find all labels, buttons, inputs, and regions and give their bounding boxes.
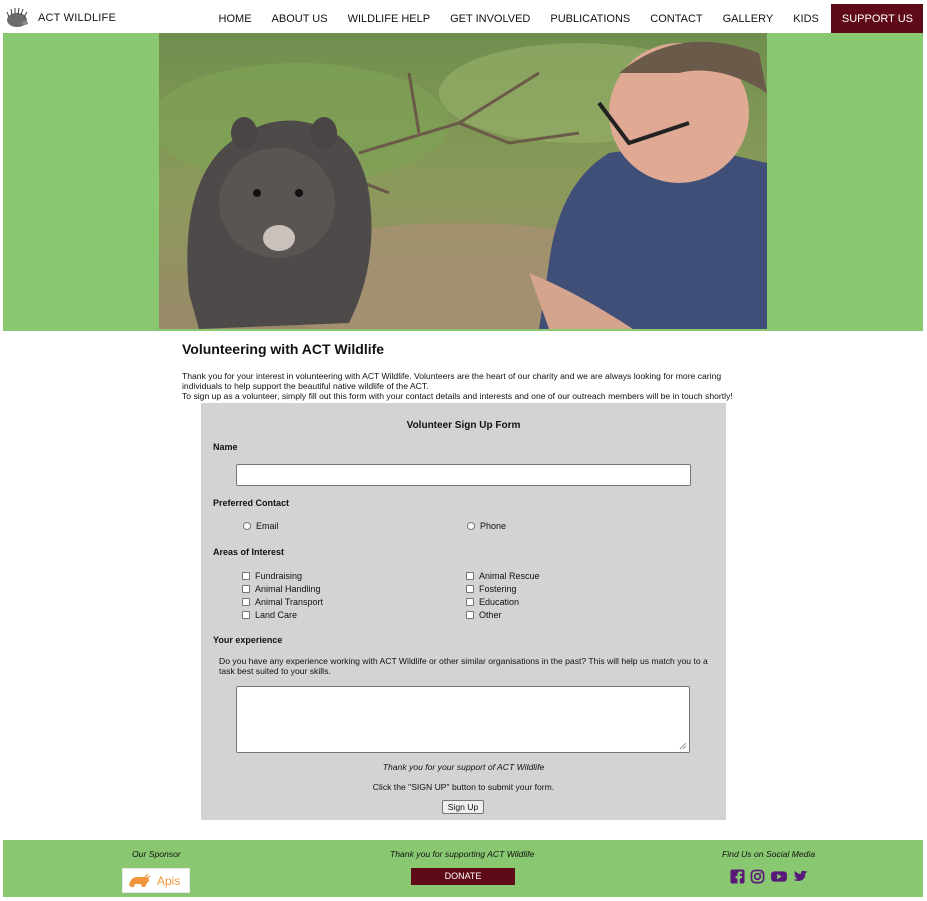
areas-of-interest-label: Areas of Interest — [213, 547, 285, 557]
intro-text-1: Thank you for your interest in volunteer… — [182, 371, 722, 391]
nav-get-involved[interactable]: GET INVOLVED — [440, 4, 540, 33]
interest-other[interactable]: Other — [466, 610, 502, 620]
bull-icon — [129, 873, 151, 887]
fostering-checkbox[interactable] — [466, 585, 474, 593]
animal-rescue-checkbox[interactable] — [466, 572, 474, 580]
experience-textarea[interactable] — [236, 686, 690, 753]
nav-home[interactable]: HOME — [209, 4, 262, 33]
instagram-icon[interactable] — [750, 869, 765, 884]
interest-education[interactable]: Education — [466, 597, 519, 607]
form-title: Volunteer Sign Up Form — [406, 420, 521, 431]
animal-transport-label: Animal Transport — [255, 597, 324, 607]
animal-handling-label: Animal Handling — [255, 584, 321, 594]
nav-about-us[interactable]: ABOUT US — [262, 4, 338, 33]
name-label: Name — [213, 442, 238, 452]
phone-radio[interactable] — [467, 522, 475, 530]
sign-up-button[interactable]: Sign Up — [442, 800, 484, 814]
email-radio-label: Email — [256, 521, 279, 531]
social-media-label: Find Us on Social Media — [722, 849, 816, 859]
support-us-button[interactable]: SUPPORT US — [830, 4, 923, 33]
fostering-label: Fostering — [479, 584, 517, 594]
experience-description: Do you have any experience working with … — [219, 656, 708, 676]
education-label: Education — [479, 597, 520, 607]
nav-kids[interactable]: KIDS — [783, 4, 829, 33]
intro-section: Volunteering with ACT Wildlife Thank you… — [182, 341, 762, 401]
land-care-checkbox[interactable] — [242, 611, 250, 619]
animal-handling-checkbox[interactable] — [242, 585, 250, 593]
youtube-icon[interactable] — [770, 869, 788, 884]
hero-image-wombat — [159, 33, 767, 329]
interest-animal-handling[interactable]: Animal Handling — [242, 584, 321, 594]
education-checkbox[interactable] — [466, 598, 474, 606]
top-nav: ACT WILDLIFE HOME ABOUT US WILDLIFE HELP… — [3, 4, 923, 33]
social-links — [730, 869, 808, 884]
your-experience-label: Your experience — [213, 635, 283, 645]
form-thanks-text: Thank you for your support of ACT Wildli… — [382, 762, 545, 772]
interest-fundraising[interactable]: Fundraising — [242, 571, 302, 581]
sponsor-logo-apis[interactable]: Apis — [122, 868, 190, 893]
phone-radio-label: Phone — [480, 521, 507, 531]
footer-thanks-label: Thank you for supporting ACT Wildlife — [390, 849, 535, 859]
fundraising-checkbox[interactable] — [242, 572, 250, 580]
echidna-logo-icon[interactable] — [5, 7, 29, 29]
submit-instructions: Click the "SIGN UP" button to submit you… — [372, 782, 555, 792]
site-brand[interactable]: ACT WILDLIFE — [38, 12, 116, 24]
hero-banner — [3, 33, 923, 331]
volunteer-form: Volunteer Sign Up Form Name Preferred Co… — [201, 403, 726, 820]
contact-option-phone[interactable]: Phone — [467, 521, 506, 531]
sponsor-name: Apis — [157, 873, 181, 888]
twitter-icon[interactable] — [793, 869, 808, 884]
interest-fostering[interactable]: Fostering — [466, 584, 517, 594]
donate-button[interactable]: DONATE — [411, 868, 515, 885]
contact-option-email[interactable]: Email — [243, 521, 279, 531]
name-input[interactable] — [236, 464, 691, 486]
nav-wildlife-help[interactable]: WILDLIFE HELP — [338, 4, 441, 33]
nav-contact[interactable]: CONTACT — [640, 4, 712, 33]
land-care-label: Land Care — [255, 610, 298, 620]
email-radio[interactable] — [243, 522, 251, 530]
preferred-contact-label: Preferred Contact — [213, 498, 290, 508]
interest-animal-rescue[interactable]: Animal Rescue — [466, 571, 540, 581]
interest-land-care[interactable]: Land Care — [242, 610, 297, 620]
animal-transport-checkbox[interactable] — [242, 598, 250, 606]
site-footer: Our Sponsor Apis Thank you for supportin… — [3, 840, 923, 897]
facebook-icon[interactable] — [730, 869, 745, 884]
resize-grip-icon[interactable] — [679, 742, 687, 750]
interest-animal-transport[interactable]: Animal Transport — [242, 597, 323, 607]
nav-publications[interactable]: PUBLICATIONS — [540, 4, 640, 33]
other-checkbox[interactable] — [466, 611, 474, 619]
main-menu: HOME ABOUT US WILDLIFE HELP GET INVOLVED… — [209, 4, 923, 33]
fundraising-label: Fundraising — [255, 571, 303, 581]
other-label: Other — [479, 610, 502, 620]
page-title: Volunteering with ACT Wildlife — [182, 341, 385, 357]
nav-gallery[interactable]: GALLERY — [713, 4, 784, 33]
animal-rescue-label: Animal Rescue — [479, 571, 540, 581]
intro-text-2: To sign up as a volunteer, simply fill o… — [182, 391, 733, 401]
sponsor-label: Our Sponsor — [132, 849, 181, 859]
intro-paragraph: Thank you for your interest in volunteer… — [182, 371, 762, 401]
